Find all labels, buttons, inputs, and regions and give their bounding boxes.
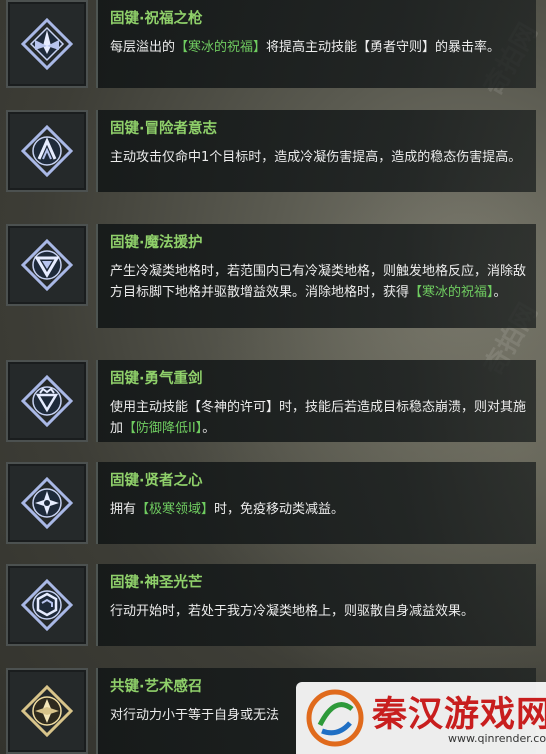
logo-icon xyxy=(306,689,364,747)
skill-icon-frame xyxy=(6,0,88,88)
skill-title: 固键·魔法援护 xyxy=(110,235,203,251)
skill-description: 产生冷凝类地格时，若范围内已有冷凝类地格，则触发地格反应，消除敌方目标脚下地格并… xyxy=(110,264,527,300)
triple-arch-icon xyxy=(20,124,74,178)
skill-panel: 固键·冒险者意志 主动攻击仅命中1个目标时，造成冷凝伤害提高，造成的稳态伤害提高… xyxy=(96,110,536,192)
skill-description: 拥有【极寒领域】时，免疫移动类减益。 xyxy=(110,502,345,517)
crystal-sun-icon xyxy=(20,17,74,71)
gold-crystal-icon xyxy=(20,684,74,738)
hex-link-icon xyxy=(20,578,74,632)
skill-title: 固键·神圣光芒 xyxy=(110,575,203,591)
skill-title: 固键·冒险者意志 xyxy=(110,121,218,137)
skill-description: 使用主动技能【冬神的许可】时，技能后若造成目标稳态崩溃，则对其施加【防御降低II… xyxy=(110,400,527,436)
skill-title: 共键·艺术感召 xyxy=(110,679,203,695)
skill-title: 固键·祝福之枪 xyxy=(110,11,203,27)
skill-description: 每层溢出的【寒冰的祝福】将提高主动技能【勇者守则】的暴击率。 xyxy=(110,40,501,55)
skill-description: 主动攻击仅命中1个目标时，造成冷凝伤害提高，造成的稳态伤害提高。 xyxy=(110,150,522,165)
star-knot-icon xyxy=(20,476,74,530)
skill-panel: 固键·魔法援护 产生冷凝类地格时，若范围内已有冷凝类地格，则触发地格反应，消除敌… xyxy=(96,224,536,328)
skill-panel: 固键·勇气重剑 使用主动技能【冬神的许可】时，技能后若造成目标稳态崩溃，则对其施… xyxy=(96,360,536,442)
skill-icon-frame xyxy=(6,110,88,192)
skill-icon-frame xyxy=(6,360,88,442)
skill-icon-frame xyxy=(6,224,88,306)
skill-description: 行动开始时，若处于我方冷凝类地格上，则驱散自身减益效果。 xyxy=(110,604,475,619)
skill-title: 固键·贤者之心 xyxy=(110,473,203,489)
skill-icon-frame xyxy=(6,564,88,646)
skill-panel: 固键·神圣光芒 行动开始时，若处于我方冷凝类地格上，则驱散自身减益效果。 xyxy=(96,564,536,646)
site-logo[interactable]: 秦汉游戏网 www.qinrender.com xyxy=(296,682,546,754)
crown-triangle-icon xyxy=(20,374,74,428)
skill-icon-frame xyxy=(6,668,88,754)
skill-panel: 固键·祝福之枪 每层溢出的【寒冰的祝福】将提高主动技能【勇者守则】的暴击率。 xyxy=(96,0,536,88)
skill-panel: 固键·贤者之心 拥有【极寒领域】时，免疫移动类减益。 xyxy=(96,462,536,544)
skill-title: 固键·勇气重剑 xyxy=(110,371,203,387)
logo-text: 秦汉游戏网 xyxy=(372,695,546,735)
logo-url: www.qinrender.com xyxy=(448,732,546,745)
triangle-knot-icon xyxy=(20,238,74,292)
skill-icon-frame xyxy=(6,462,88,544)
